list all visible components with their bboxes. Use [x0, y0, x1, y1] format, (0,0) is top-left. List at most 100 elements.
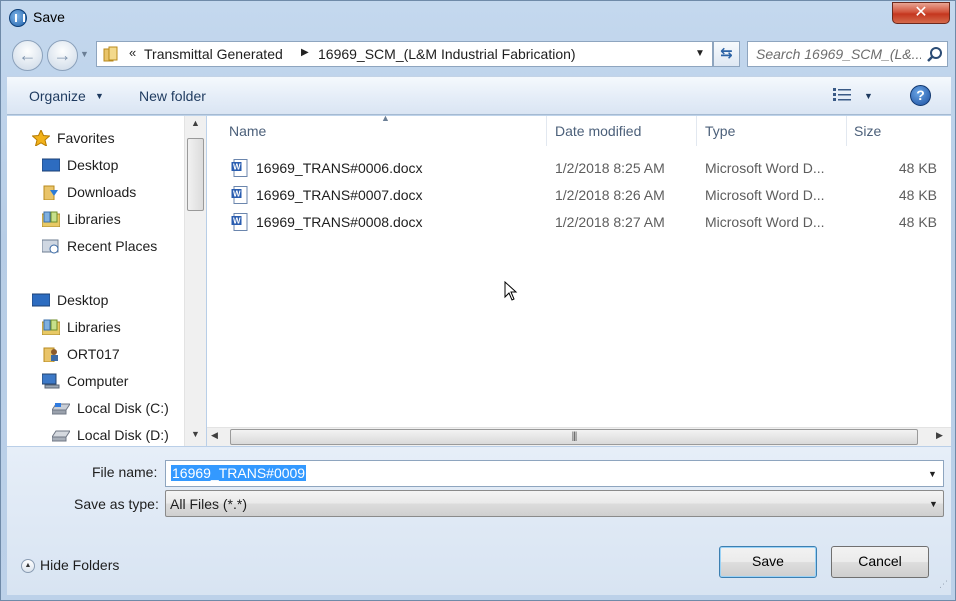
- nav-label: Local Disk (D:): [77, 427, 169, 443]
- scroll-right-icon[interactable]: ▶: [936, 430, 943, 441]
- close-button[interactable]: ✕: [892, 2, 950, 24]
- word-document-icon: W: [231, 159, 248, 177]
- svg-text:W: W: [233, 217, 241, 226]
- file-size: 48 KB: [898, 160, 937, 176]
- save-dialog: Save ✕ ← → ▼ « Transmittal Generated ▶ 1…: [0, 0, 956, 601]
- command-bar: Organize ▼ New folder ▼ ?: [7, 76, 951, 115]
- scrollbar-thumb[interactable]: [187, 138, 204, 211]
- file-name: 16969_TRANS#0007.docx: [256, 187, 423, 203]
- folder-icon: [103, 46, 118, 62]
- organize-button[interactable]: Organize: [29, 88, 86, 104]
- word-document-icon: W: [231, 213, 248, 231]
- column-header-date-modified[interactable]: Date modified: [555, 116, 697, 146]
- file-name: 16969_TRANS#0006.docx: [256, 160, 423, 176]
- nav-label: Favorites: [57, 130, 115, 146]
- svg-text:W: W: [233, 163, 241, 172]
- save-button[interactable]: Save: [719, 546, 817, 578]
- file-size: 48 KB: [898, 214, 937, 230]
- star-icon: [32, 130, 50, 146]
- breadcrumb-overflow[interactable]: «: [129, 45, 136, 60]
- cancel-button[interactable]: Cancel: [831, 546, 929, 578]
- file-type: Microsoft Word D...: [705, 187, 825, 203]
- forward-button[interactable]: →: [47, 40, 78, 71]
- libraries-icon: [42, 319, 60, 335]
- back-arrow-icon: ←: [18, 45, 37, 65]
- file-name-field[interactable]: 16969_TRANS#0009 ▼: [165, 460, 944, 487]
- libraries-icon: [42, 211, 60, 227]
- nav-label: Desktop: [57, 292, 109, 308]
- file-row[interactable]: W 16969_TRANS#0008.docx 1/2/2018 8:27 AM…: [207, 211, 951, 235]
- file-row[interactable]: W 16969_TRANS#0007.docx 1/2/2018 8:26 AM…: [207, 184, 951, 208]
- breadcrumb-separator-icon[interactable]: ▶: [301, 47, 309, 58]
- downloads-icon: [43, 185, 58, 200]
- chevron-down-icon[interactable]: ▼: [864, 91, 873, 101]
- search-box[interactable]: [747, 41, 948, 67]
- file-type: Microsoft Word D...: [705, 160, 825, 176]
- forward-arrow-icon: →: [53, 45, 72, 65]
- breadcrumb-segment[interactable]: Transmittal Generated: [144, 46, 283, 62]
- save-type-value: All Files (*.*): [170, 496, 248, 512]
- nav-label: Computer: [67, 373, 129, 389]
- horizontal-scrollbar[interactable]: ◀ ||| ▶: [207, 427, 951, 446]
- save-type-select[interactable]: All Files (*.*) ▼: [165, 490, 944, 517]
- computer-icon: [42, 373, 60, 389]
- word-document-icon: W: [231, 186, 248, 204]
- app-icon: [9, 9, 27, 27]
- refresh-icon: ⇆: [720, 45, 733, 62]
- search-icon[interactable]: [926, 46, 944, 64]
- chevron-down-icon[interactable]: ▼: [928, 469, 937, 479]
- search-input[interactable]: [756, 46, 921, 62]
- file-name-label: File name:: [92, 464, 158, 480]
- file-name-input[interactable]: 16969_TRANS#0009: [171, 465, 307, 481]
- window-title: Save: [33, 9, 65, 25]
- file-date: 1/2/2018 8:26 AM: [555, 187, 665, 203]
- navigation-pane: Favorites Desktop Downloads Libraries Re…: [7, 116, 206, 446]
- column-header-size[interactable]: Size: [854, 116, 949, 146]
- desktop-icon: [32, 293, 50, 307]
- address-dropdown-icon[interactable]: ▼: [695, 48, 705, 59]
- nav-label: Desktop: [67, 157, 119, 173]
- chevron-down-icon[interactable]: ▼: [95, 91, 104, 101]
- collapse-icon: ▲: [21, 559, 35, 573]
- title-bar[interactable]: Save ✕: [1, 1, 956, 35]
- breadcrumb-segment[interactable]: 16969_SCM_(L&M Industrial Fabrication): [318, 46, 576, 62]
- chevron-down-icon[interactable]: ▼: [929, 499, 938, 509]
- new-folder-button[interactable]: New folder: [139, 88, 206, 104]
- scroll-left-icon[interactable]: ◀: [211, 430, 218, 441]
- scrollbar-thumb[interactable]: |||: [230, 429, 918, 445]
- save-form: File name: 16969_TRANS#0009 ▼ Save as ty…: [7, 447, 951, 595]
- navigation-scrollbar[interactable]: ▲ ▼: [184, 116, 206, 446]
- recent-places-icon: [42, 239, 59, 254]
- file-date: 1/2/2018 8:25 AM: [555, 160, 665, 176]
- file-list[interactable]: ▲ Name Date modified Type Size W 16969_T…: [207, 113, 951, 428]
- help-icon[interactable]: ?: [910, 85, 931, 106]
- file-name: 16969_TRANS#0008.docx: [256, 214, 423, 230]
- back-button[interactable]: ←: [12, 40, 43, 71]
- drive-icon: [52, 430, 70, 442]
- nav-label: Libraries: [67, 211, 121, 227]
- hide-folders-label: Hide Folders: [40, 557, 120, 573]
- drive-icon: [52, 403, 70, 415]
- scroll-up-icon[interactable]: ▲: [185, 118, 206, 132]
- user-folder-icon: [43, 347, 58, 362]
- file-date: 1/2/2018 8:27 AM: [555, 214, 665, 230]
- resize-grip-icon[interactable]: ⋰: [939, 579, 948, 590]
- address-bar[interactable]: « Transmittal Generated ▶ 16969_SCM_(L&M…: [96, 41, 713, 67]
- save-type-label: Save as type:: [74, 496, 159, 512]
- desktop-icon: [42, 158, 60, 172]
- column-header-type[interactable]: Type: [705, 116, 847, 146]
- nav-label: ORT017: [67, 346, 120, 362]
- nav-label: Recent Places: [67, 238, 158, 254]
- file-row[interactable]: W 16969_TRANS#0006.docx 1/2/2018 8:25 AM…: [207, 157, 951, 181]
- column-header-name[interactable]: Name: [229, 116, 547, 146]
- refresh-button[interactable]: ⇆: [713, 41, 740, 67]
- file-type: Microsoft Word D...: [705, 214, 825, 230]
- view-details-icon[interactable]: [833, 87, 851, 103]
- scroll-down-icon[interactable]: ▼: [185, 429, 206, 443]
- nav-label: Libraries: [67, 319, 121, 335]
- svg-text:W: W: [233, 190, 241, 199]
- recent-locations-dropdown[interactable]: ▼: [80, 49, 90, 61]
- nav-label: Local Disk (C:): [77, 400, 169, 416]
- mouse-cursor-icon: [504, 281, 518, 301]
- nav-label: Downloads: [67, 184, 137, 200]
